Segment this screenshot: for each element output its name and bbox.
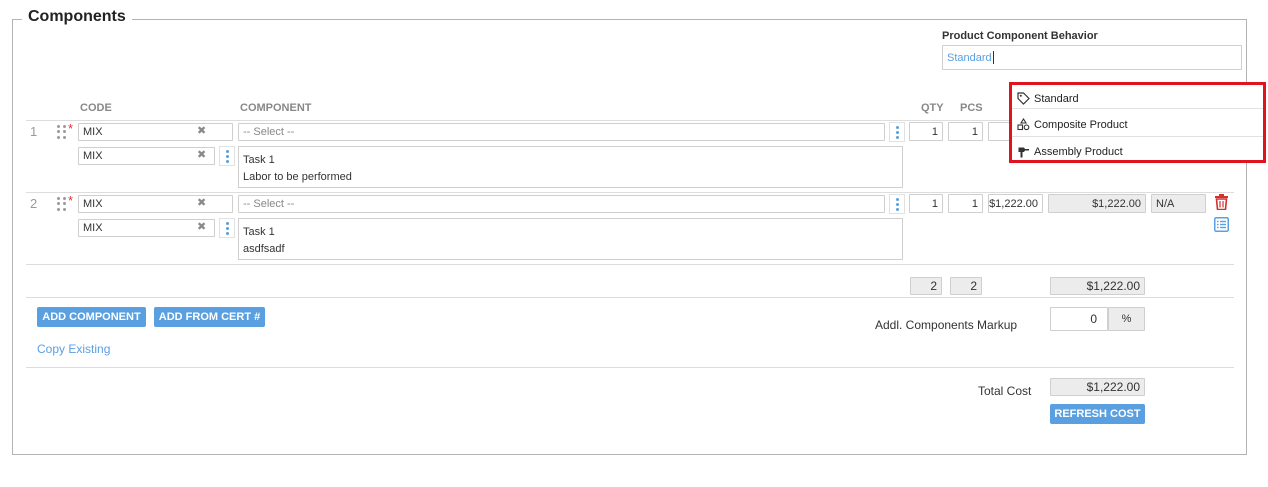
header-qty: QTY	[921, 102, 944, 114]
copy-existing-link[interactable]: Copy Existing	[37, 342, 110, 356]
component-select[interactable]: -- Select --	[238, 195, 885, 213]
more-options-icon[interactable]	[219, 146, 235, 166]
markup-label: Addl. Components Markup	[875, 318, 1018, 332]
pcs-total-value: 2	[970, 279, 977, 293]
header-component: COMPONENT	[240, 102, 312, 114]
trash-icon[interactable]	[1214, 194, 1229, 211]
tag-icon	[1014, 92, 1032, 105]
section-title: Components	[22, 8, 132, 26]
clear-icon[interactable]: ✖	[197, 124, 206, 137]
qty-value: 1	[931, 125, 938, 138]
option-label: Composite Product	[1034, 118, 1128, 131]
more-options-icon[interactable]	[219, 218, 235, 238]
amount-total: $1,222.00	[1050, 277, 1145, 295]
clear-icon[interactable]: ✖	[197, 148, 206, 161]
component-select-value: -- Select --	[243, 126, 295, 138]
task-title: Task 1	[243, 154, 275, 166]
code-value: MIX	[83, 198, 103, 210]
qty-value: 1	[931, 197, 938, 210]
drag-handle-icon[interactable]	[57, 197, 67, 211]
task-title: Task 1	[243, 226, 275, 238]
footer-divider	[26, 367, 1234, 368]
pcs-value: 1	[971, 197, 978, 210]
code-input[interactable]: MIX	[78, 195, 233, 213]
behavior-select[interactable]: Standard	[942, 45, 1242, 70]
pcs-value: 1	[971, 125, 978, 138]
option-assembly-product[interactable]: Assembly Product	[1012, 138, 1263, 165]
price-input[interactable]	[988, 122, 1010, 141]
shapes-icon	[1014, 118, 1032, 131]
price-input[interactable]: $1,222.00	[988, 194, 1043, 213]
totals-divider	[26, 297, 1234, 298]
subcode-input[interactable]: MIX	[78, 219, 215, 237]
component-select[interactable]: -- Select --	[238, 123, 885, 141]
list-details-icon[interactable]	[1214, 217, 1229, 232]
behavior-label: Product Component Behavior	[942, 30, 1098, 42]
na-field: N/A	[1151, 194, 1206, 213]
add-from-cert-button[interactable]: ADD FROM CERT #	[154, 307, 265, 327]
line-total-value: $1,222.00	[1092, 197, 1141, 210]
line-total: $1,222.00	[1048, 194, 1146, 213]
option-label: Assembly Product	[1034, 145, 1123, 158]
code-value: MIX	[83, 126, 103, 138]
required-marker: *	[68, 121, 74, 136]
qty-input[interactable]: 1	[909, 122, 943, 141]
price-value: $1,222.00	[989, 197, 1038, 210]
component-description[interactable]: Task 1 asdfsadf	[238, 218, 903, 260]
clear-icon[interactable]: ✖	[197, 220, 206, 233]
code-input[interactable]: MIX	[78, 123, 233, 141]
amount-total-value: $1,222.00	[1086, 279, 1140, 293]
behavior-value: Standard	[947, 51, 992, 64]
more-options-icon[interactable]	[889, 194, 905, 214]
add-component-button[interactable]: ADD COMPONENT	[37, 307, 146, 327]
row-divider	[26, 192, 1234, 193]
total-cost-field: $1,222.00	[1050, 378, 1145, 396]
text-cursor	[992, 51, 994, 64]
task-description: Labor to be performed	[243, 171, 352, 183]
qty-total: 2	[910, 277, 942, 295]
markup-input[interactable]: 0	[1050, 307, 1108, 331]
na-value: N/A	[1156, 197, 1175, 210]
percent-sign: %	[1121, 313, 1132, 325]
total-cost-label: Total Cost	[978, 384, 1032, 398]
behavior-dropdown: Standard Composite Product Assembly Prod…	[1009, 82, 1266, 163]
qty-total-value: 2	[930, 279, 937, 293]
qty-input[interactable]: 1	[909, 194, 943, 213]
refresh-cost-button[interactable]: REFRESH COST	[1050, 404, 1145, 424]
header-pcs: PCS	[960, 102, 983, 114]
total-cost-value: $1,222.00	[1086, 380, 1140, 394]
hammer-icon	[1014, 145, 1032, 158]
more-options-icon[interactable]	[889, 122, 905, 142]
pcs-input[interactable]: 1	[948, 122, 983, 141]
subcode-value: MIX	[83, 222, 103, 234]
required-marker: *	[68, 193, 74, 208]
pcs-input[interactable]: 1	[948, 194, 983, 213]
markup-unit: %	[1108, 307, 1145, 331]
header-code: CODE	[80, 102, 112, 114]
component-description[interactable]: Task 1 Labor to be performed	[238, 146, 903, 188]
subcode-value: MIX	[83, 150, 103, 162]
component-select-value: -- Select --	[243, 198, 295, 210]
markup-value: 0	[1090, 312, 1097, 326]
row-number: 2	[30, 196, 38, 211]
drag-handle-icon[interactable]	[57, 125, 67, 139]
option-label: Standard	[1034, 92, 1079, 105]
clear-icon[interactable]: ✖	[197, 196, 206, 209]
task-description: asdfsadf	[243, 243, 285, 255]
option-composite-product[interactable]: Composite Product	[1012, 111, 1263, 138]
row-divider	[26, 264, 1234, 265]
row-number: 1	[30, 124, 38, 139]
option-divider	[1012, 108, 1263, 109]
pcs-total: 2	[950, 277, 982, 295]
option-divider	[1012, 136, 1263, 137]
subcode-input[interactable]: MIX	[78, 147, 215, 165]
